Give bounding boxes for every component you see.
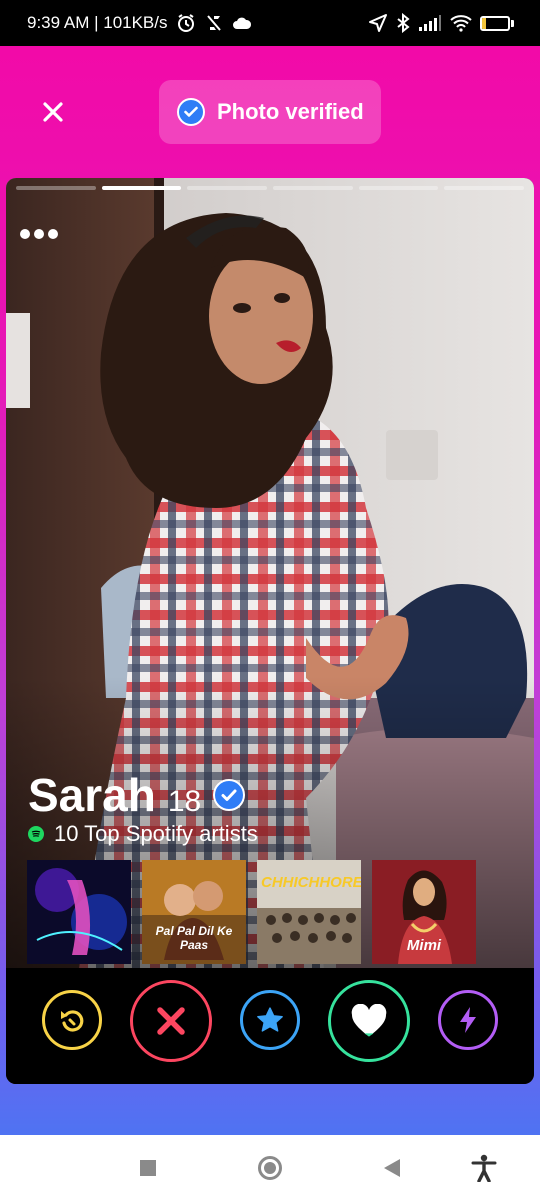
home-icon bbox=[258, 1155, 282, 1180]
x-icon bbox=[157, 1007, 185, 1035]
profile-name-row[interactable]: Sarah 18 bbox=[28, 768, 246, 822]
accessibility-icon bbox=[471, 1154, 497, 1182]
system-nav-bar bbox=[0, 1135, 540, 1200]
signal-icon bbox=[418, 14, 442, 32]
boost-button[interactable] bbox=[438, 990, 498, 1050]
star-icon bbox=[257, 1007, 283, 1032]
photo-progress-segment[interactable] bbox=[16, 186, 96, 190]
more-dot bbox=[48, 229, 58, 239]
back-icon bbox=[384, 1158, 400, 1177]
alarm-icon bbox=[176, 13, 196, 33]
close-button[interactable] bbox=[30, 89, 75, 134]
album-cover-1[interactable] bbox=[27, 860, 131, 964]
album-art bbox=[27, 860, 131, 964]
rewind-icon bbox=[61, 1010, 84, 1032]
album-cover-4[interactable]: Mimi bbox=[372, 860, 476, 964]
photo-verified-badge[interactable]: Photo verified bbox=[159, 80, 381, 144]
close-icon bbox=[42, 101, 63, 122]
battery-body: 15 bbox=[480, 15, 510, 31]
battery-tip bbox=[511, 19, 514, 27]
spotify-icon bbox=[28, 826, 44, 842]
spotify-albums: Pal Pal Dil Ke Paas CHHICHHORE Mimi bbox=[27, 860, 476, 964]
recents-button[interactable] bbox=[128, 1135, 168, 1200]
heart-icon bbox=[351, 1004, 387, 1037]
album-title: CHHICHHORE bbox=[261, 874, 361, 891]
recents-icon bbox=[140, 1159, 156, 1176]
photo-progress-segment[interactable] bbox=[187, 186, 268, 190]
status-time: 9:39 AM | 101KB/s bbox=[27, 13, 168, 32]
album-cover-2[interactable]: Pal Pal Dil Ke Paas bbox=[142, 860, 246, 964]
cloud-icon bbox=[232, 15, 252, 31]
more-options-button[interactable] bbox=[20, 222, 68, 246]
rewind-button[interactable] bbox=[42, 990, 102, 1050]
super-like-button[interactable] bbox=[240, 990, 300, 1050]
status-right: 15 bbox=[368, 13, 514, 33]
spotify-label: 10 Top Spotify artists bbox=[54, 821, 258, 846]
status-bar: 9:39 AM | 101KB/s 15 bbox=[0, 0, 540, 46]
bluetooth-icon bbox=[396, 13, 410, 33]
like-button[interactable] bbox=[328, 980, 410, 1062]
profile-name: Sarah bbox=[28, 769, 156, 821]
more-dot bbox=[34, 229, 44, 239]
battery-fill bbox=[482, 17, 486, 29]
battery-icon: 15 bbox=[480, 15, 514, 31]
album-cover-3[interactable]: CHHICHHORE bbox=[257, 860, 361, 964]
action-bar bbox=[6, 968, 534, 1084]
location-icon bbox=[368, 13, 388, 33]
photo-progress-segment[interactable] bbox=[358, 186, 439, 190]
accessibility-button[interactable] bbox=[464, 1135, 504, 1200]
album-title: Mimi bbox=[406, 937, 442, 954]
verified-label: Photo verified bbox=[217, 99, 364, 124]
photo-progress-segment[interactable] bbox=[444, 186, 525, 190]
lightning-icon bbox=[460, 1007, 476, 1033]
status-left: 9:39 AM | 101KB/s bbox=[27, 13, 252, 33]
profile-card[interactable]: Sarah 18 10 Top Spotify artists Pal Pal … bbox=[6, 178, 534, 1084]
data-saver-icon bbox=[204, 13, 224, 33]
spotify-row: 10 Top Spotify artists bbox=[28, 821, 258, 847]
photo-progress-segment[interactable] bbox=[101, 186, 182, 190]
more-dot bbox=[20, 229, 30, 239]
battery-level: 15 bbox=[489, 16, 502, 29]
wifi-icon bbox=[450, 14, 472, 32]
verified-badge-icon bbox=[213, 779, 246, 811]
nope-button[interactable] bbox=[130, 980, 212, 1062]
album-title: Pal Pal Dil Ke Paas bbox=[155, 924, 233, 952]
profile-age: 18 bbox=[167, 785, 202, 818]
photo-progress-segment[interactable] bbox=[273, 186, 353, 190]
verified-check-icon bbox=[177, 98, 205, 126]
photo-progress bbox=[16, 186, 525, 190]
home-button[interactable] bbox=[250, 1135, 290, 1200]
back-button[interactable] bbox=[372, 1135, 412, 1200]
